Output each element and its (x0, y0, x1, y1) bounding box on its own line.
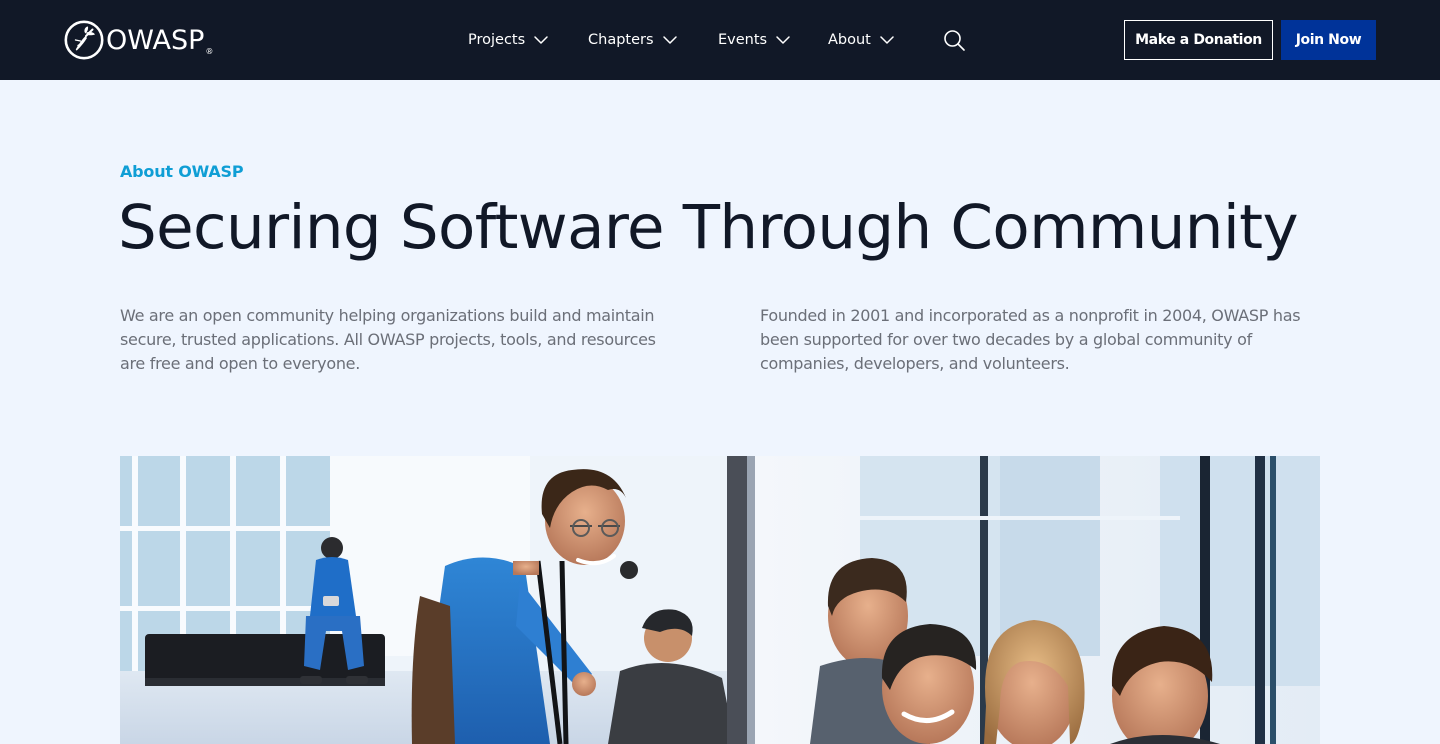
chevron-down-icon (776, 36, 790, 44)
nav-about-label: About (828, 32, 871, 48)
community-photo (120, 456, 1320, 744)
logo-wordmark: OWASP (106, 24, 205, 56)
join-now-button[interactable]: Join Now (1281, 20, 1376, 60)
intro-paragraph-right: Founded in 2001 and incorporated as a no… (760, 306, 1301, 373)
nav-chapters[interactable]: Chapters (588, 28, 678, 52)
search-icon[interactable] (942, 28, 966, 52)
intro-paragraph-left: We are an open community helping organiz… (120, 306, 656, 373)
site-header: OWASP ® Projects Chapters Events About M… (0, 0, 1440, 80)
nav-events[interactable]: Events (718, 28, 791, 52)
nav-chapters-label: Chapters (588, 32, 654, 48)
chevron-down-icon (880, 36, 894, 44)
registered-mark: ® (205, 47, 214, 56)
chevron-down-icon (662, 36, 677, 44)
owasp-logo[interactable]: OWASP ® (64, 20, 213, 60)
chevron-down-icon (534, 36, 548, 44)
page-title: Securing Software Through Community (118, 192, 1299, 263)
section-eyebrow: About OWASP (120, 162, 244, 181)
owasp-wasp-icon (64, 20, 104, 60)
nav-events-label: Events (718, 32, 768, 48)
nav-projects[interactable]: Projects (468, 28, 549, 52)
nav-about[interactable]: About (828, 28, 895, 52)
make-a-donation-button[interactable]: Make a Donation (1124, 20, 1273, 60)
nav-projects-label: Projects (468, 32, 526, 48)
